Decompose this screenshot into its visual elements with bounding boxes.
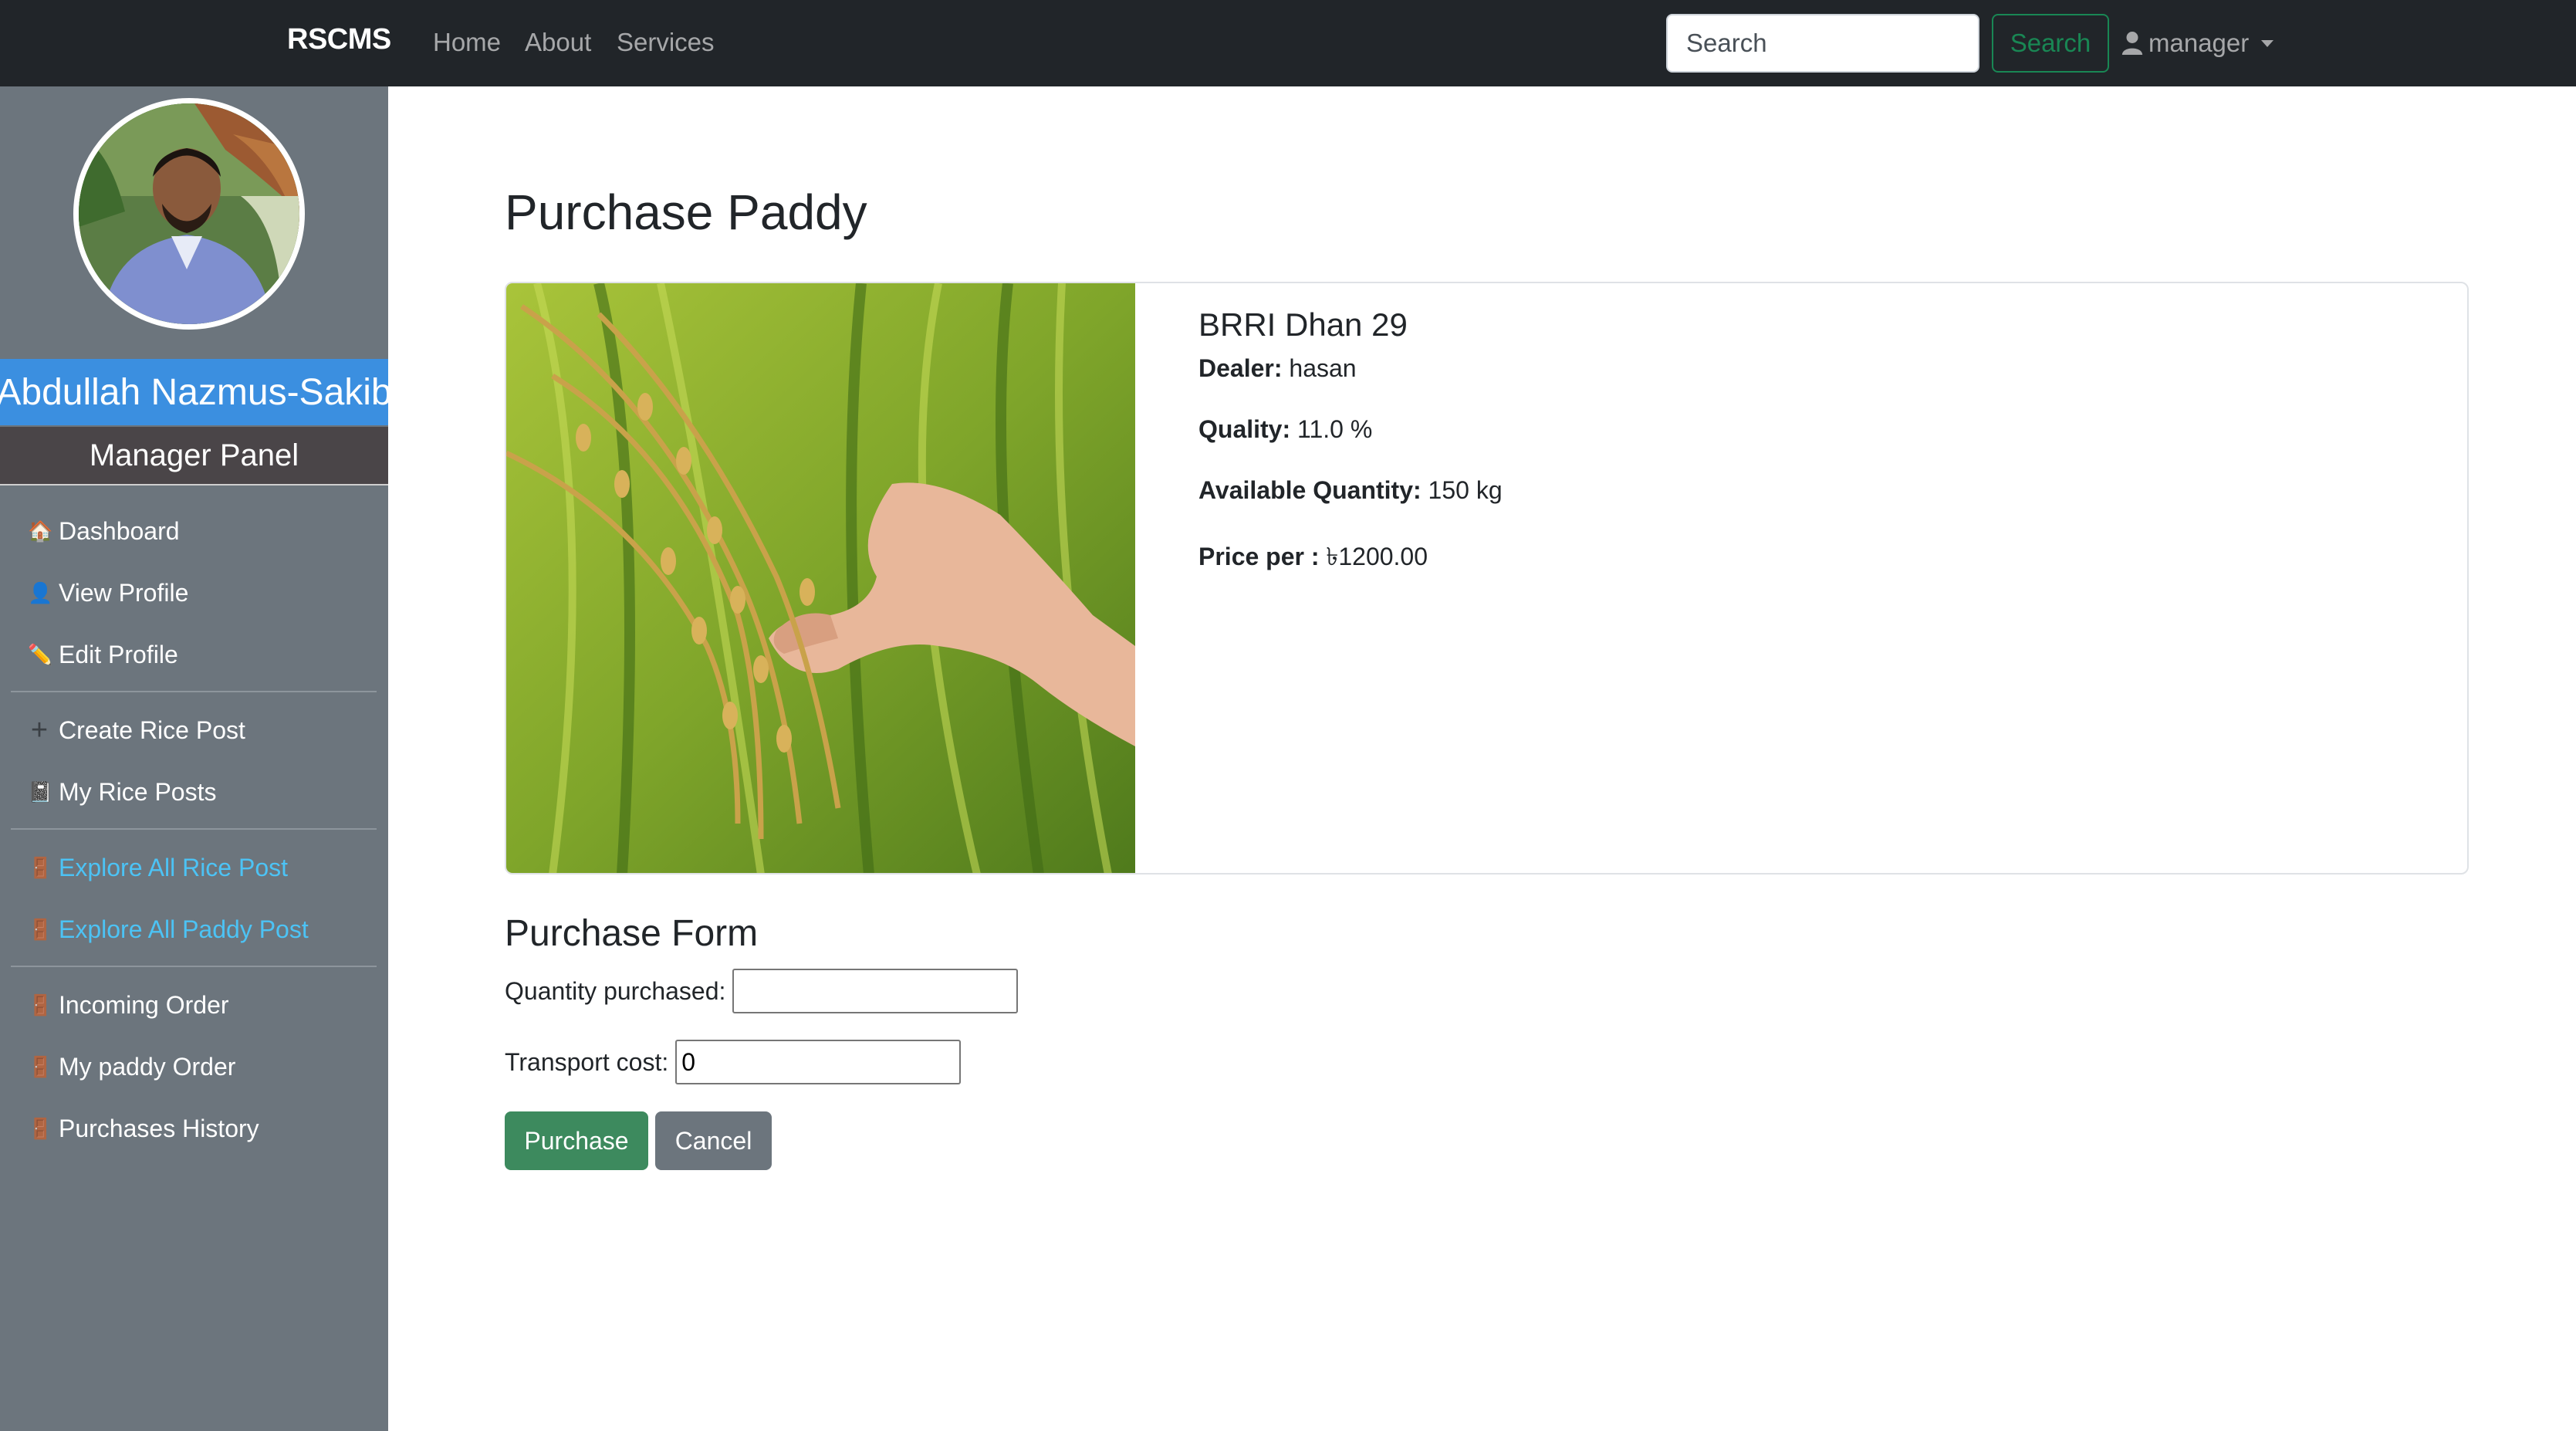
search-button[interactable]: Search (1992, 14, 2109, 73)
available-quantity-label: Available Quantity: (1198, 476, 1422, 504)
transport-label: Transport cost: (505, 1047, 669, 1076)
sidebar-item-label: Create Rice Post (59, 716, 245, 744)
sidebar-item-my-rice-posts[interactable]: 📓 My Rice Posts (28, 773, 216, 811)
panel-title: Manager Panel (0, 427, 388, 485)
avatar-photo (79, 103, 299, 324)
sidebar-divider (11, 691, 377, 692)
sidebar-item-label: Dashboard (59, 516, 180, 545)
quantity-row: Quantity purchased: (505, 969, 1019, 1013)
quantity-input[interactable] (732, 969, 1019, 1013)
search-input[interactable] (1666, 14, 1979, 73)
house-icon: 🏠 (28, 519, 53, 543)
sidebar: Abdullah Nazmus-Sakib Manager Panel 🏠 Da… (0, 86, 388, 1431)
dealer-label: Dealer: (1198, 354, 1283, 382)
transport-row: Transport cost: (505, 1040, 962, 1084)
sidebar-item-explore-paddy-post[interactable]: 🚪 Explore All Paddy Post (28, 910, 309, 949)
nav-home-link[interactable]: Home (433, 28, 501, 57)
user-dropdown-label: manager (2148, 29, 2250, 57)
person-icon: 👤 (28, 580, 53, 604)
sidebar-item-incoming-order[interactable]: 🚪 Incoming Order (28, 986, 229, 1024)
product-card: BRRI Dhan 29 Dealer: hasan Quality: 11.0… (505, 282, 2469, 874)
quality-label: Quality: (1198, 415, 1291, 443)
dealer-value: hasan (1289, 354, 1357, 382)
purchase-form-title: Purchase Form (505, 913, 759, 954)
sidebar-item-view-profile[interactable]: 👤 View Profile (28, 573, 188, 612)
door-icon: 🚪 (28, 1054, 53, 1078)
top-navbar: RSCMS Home About Services Search manager (0, 0, 2576, 86)
door-icon: 🚪 (28, 855, 53, 879)
chevron-down-icon (2261, 39, 2274, 47)
transport-cost-input[interactable] (675, 1040, 962, 1084)
user-dropdown[interactable]: manager (2121, 23, 2274, 63)
door-icon: 🚪 (28, 993, 53, 1017)
product-image (506, 283, 1135, 873)
sidebar-item-label: Explore All Paddy Post (59, 915, 309, 943)
sidebar-item-create-rice-post[interactable]: + Create Rice Post (28, 711, 245, 749)
price-row: Price per : ৳1200.00 (1198, 537, 1503, 579)
pencil-icon: ✏️ (28, 642, 53, 666)
user-name-banner: Abdullah Nazmus-Sakib (0, 359, 388, 425)
notebook-icon: 📓 (28, 780, 53, 803)
available-quantity-row: Available Quantity: 150 kg (1198, 476, 1503, 505)
nav-about-link[interactable]: About (525, 28, 591, 57)
page-title: Purchase Paddy (505, 184, 867, 240)
sidebar-item-label: Incoming Order (59, 990, 229, 1019)
product-details: BRRI Dhan 29 Dealer: hasan Quality: 11.0… (1198, 306, 1503, 611)
person-icon (2121, 32, 2143, 55)
sidebar-item-dashboard[interactable]: 🏠 Dashboard (28, 512, 180, 550)
sidebar-divider (11, 966, 377, 967)
quality-row: Quality: 11.0 % (1198, 415, 1503, 444)
sidebar-divider (11, 828, 377, 830)
price-label: Price per : (1198, 543, 1320, 570)
sidebar-item-my-paddy-order[interactable]: 🚪 My paddy Order (28, 1047, 235, 1086)
door-icon: 🚪 (28, 917, 53, 941)
plus-icon: + (30, 713, 49, 746)
sidebar-item-explore-rice-post[interactable]: 🚪 Explore All Rice Post (28, 848, 288, 887)
product-name: BRRI Dhan 29 (1198, 306, 1408, 343)
sidebar-item-label: View Profile (59, 578, 189, 607)
available-quantity-value: 150 kg (1428, 476, 1503, 504)
cancel-button[interactable]: Cancel (655, 1111, 772, 1170)
avatar (73, 98, 305, 330)
quality-value: 11.0 % (1297, 415, 1373, 443)
sidebar-item-purchases-history[interactable]: 🚪 Purchases History (28, 1109, 259, 1148)
sidebar-item-label: Explore All Rice Post (59, 853, 289, 881)
sidebar-item-label: Edit Profile (59, 640, 178, 668)
nav-services-link[interactable]: Services (617, 28, 715, 57)
dealer-row: Dealer: hasan (1198, 354, 1503, 383)
sidebar-item-edit-profile[interactable]: ✏️ Edit Profile (28, 635, 178, 674)
sidebar-item-label: Purchases History (59, 1114, 259, 1142)
quantity-label: Quantity purchased: (505, 976, 726, 1005)
brand-logo[interactable]: RSCMS (287, 23, 391, 56)
sidebar-item-label: My Rice Posts (59, 777, 217, 806)
purchase-button[interactable]: Purchase (505, 1111, 648, 1170)
door-icon: 🚪 (28, 1116, 53, 1140)
price-value: ৳1200.00 (1326, 543, 1428, 570)
sidebar-item-label: My paddy Order (59, 1052, 236, 1081)
